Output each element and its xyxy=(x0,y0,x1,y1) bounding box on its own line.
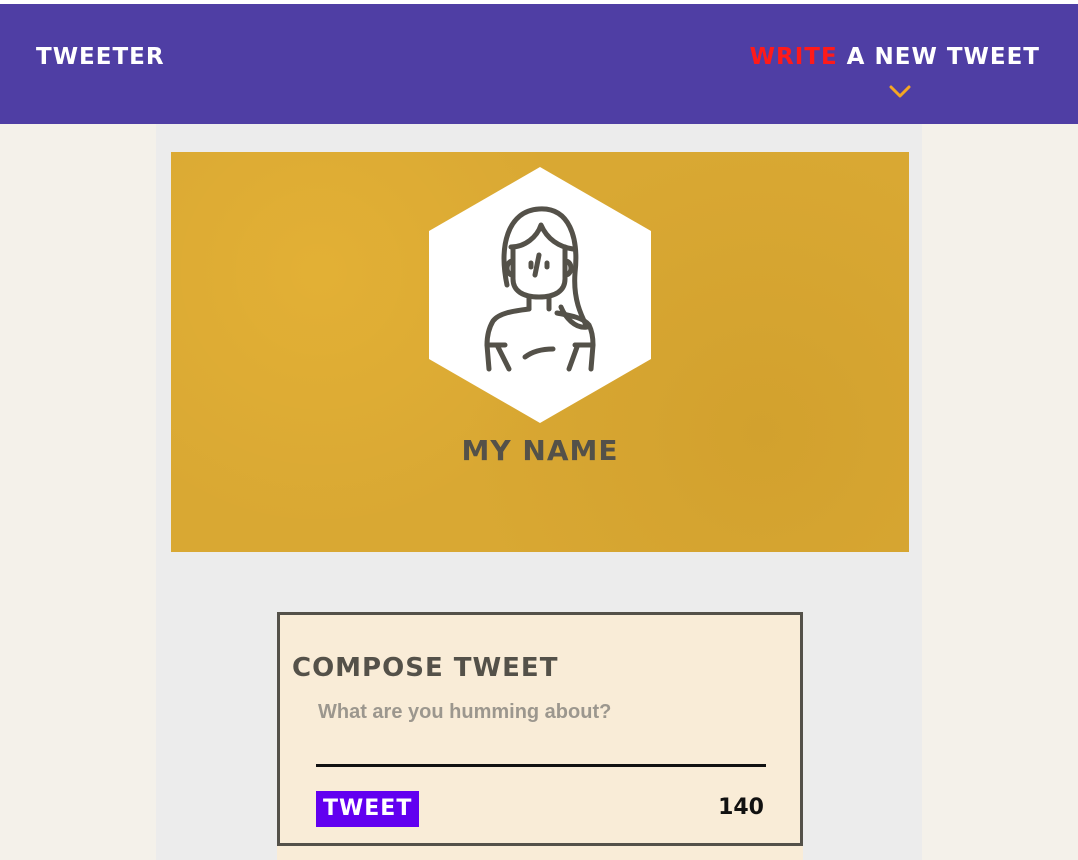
tweets-container-edge xyxy=(277,846,803,860)
profile-name: My Name xyxy=(461,434,619,467)
woman-avatar-icon xyxy=(429,167,651,423)
new-tweet-text: a new tweet xyxy=(837,44,1040,70)
compose-title: Compose Tweet xyxy=(292,653,559,683)
chevron-down-icon[interactable] xyxy=(889,84,911,100)
tweet-button[interactable]: Tweet xyxy=(316,791,420,827)
character-counter: 140 xyxy=(718,795,764,820)
brand-logo[interactable]: Tweeter xyxy=(36,44,165,70)
navbar: Tweeter Write a new tweet xyxy=(0,4,1078,124)
write-new-tweet-link[interactable]: Write a new tweet xyxy=(750,44,1040,70)
compose-tweet-form: Compose Tweet Tweet 140 xyxy=(277,612,803,846)
tweet-textarea[interactable] xyxy=(316,695,766,767)
write-accent-text: Write xyxy=(749,44,838,70)
